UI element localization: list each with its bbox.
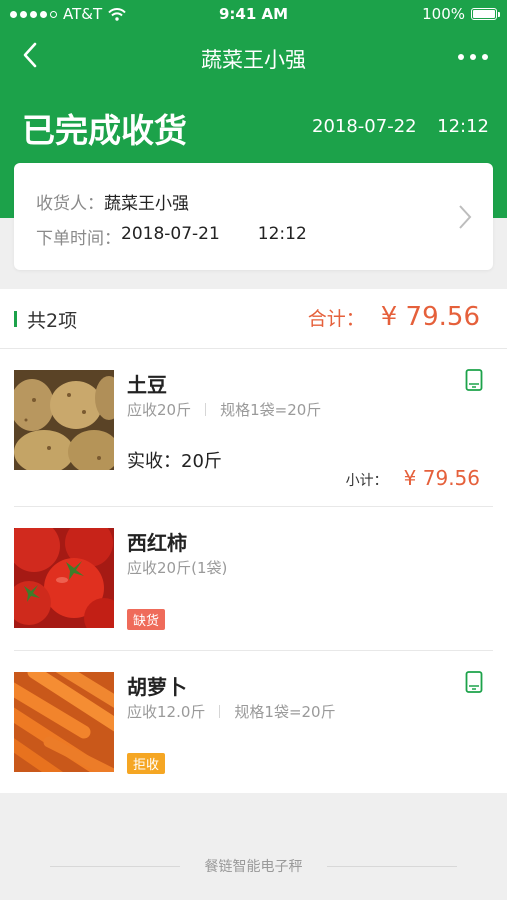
list-item[interactable]: 土豆 应收20斤 规格1袋=20斤 实收：20斤 小计： ¥ 79.56 bbox=[0, 349, 507, 507]
total-value: ¥ 79.56 bbox=[380, 302, 480, 332]
item-pack-spec: 规格1袋=20斤 bbox=[234, 703, 336, 721]
rejected-badge: 拒收 bbox=[127, 753, 166, 774]
receiver-info-card[interactable]: 收货人： 蔬菜王小强 下单时间： 2018-07-21 12:12 bbox=[14, 163, 493, 270]
section-marker bbox=[14, 311, 17, 327]
order-time-label: 下单时间： bbox=[36, 229, 121, 249]
phone-icon[interactable] bbox=[465, 369, 483, 391]
item-spec: 应收12.0斤 规格1袋=20斤 bbox=[127, 701, 336, 722]
receiver-label: 收货人： bbox=[36, 194, 104, 214]
item-count: 共2项 bbox=[27, 310, 78, 332]
more-icon[interactable] bbox=[453, 42, 493, 72]
item-due: 应收20斤 bbox=[127, 401, 192, 419]
item-pack-spec: 规格1袋=20斤 bbox=[220, 401, 322, 419]
footer: 餐链智能电子秤 bbox=[0, 856, 507, 876]
subtotal-value: ¥ 79.56 bbox=[403, 466, 480, 490]
order-date: 2018-07-21 bbox=[121, 224, 220, 244]
receiver-name: 蔬菜王小强 bbox=[104, 194, 189, 214]
item-list: 共2项 合计： ¥ 79.56 土豆 应收20斤 规格1袋=20斤 实收：20斤… bbox=[0, 289, 507, 793]
item-due: 应收20斤(1袋) bbox=[127, 559, 228, 577]
item-name: 西红柿 bbox=[127, 531, 187, 555]
item-name: 土豆 bbox=[127, 373, 167, 397]
item-name: 胡萝卜 bbox=[127, 675, 187, 699]
phone-icon[interactable] bbox=[465, 671, 483, 693]
list-item[interactable]: 胡萝卜 应收12.0斤 规格1袋=20斤 拒收 bbox=[0, 651, 507, 793]
item-due: 应收12.0斤 bbox=[127, 703, 206, 721]
nav-title: 蔬菜王小强 bbox=[201, 48, 306, 72]
battery-icon bbox=[471, 8, 500, 20]
out-of-stock-badge: 缺货 bbox=[127, 609, 166, 630]
item-spec: 应收20斤(1袋) bbox=[127, 557, 227, 578]
nav-bar: 蔬菜王小强 bbox=[0, 28, 507, 86]
completed-date: 2018-07-22 bbox=[312, 116, 417, 137]
battery-percent: 100% bbox=[422, 5, 465, 23]
status-bar: AT&T 9:41 AM 100% bbox=[0, 0, 507, 28]
item-actual: 实收：20斤 bbox=[127, 451, 222, 472]
receiver-row: 收货人： 蔬菜王小强 bbox=[36, 189, 189, 214]
tomato-image bbox=[14, 528, 114, 628]
item-subtotal: 小计： ¥ 79.56 bbox=[346, 466, 480, 490]
order-time: 12:12 bbox=[257, 224, 307, 244]
order-time-row: 下单时间： 2018-07-21 12:12 bbox=[36, 224, 307, 249]
list-item[interactable]: 西红柿 应收20斤(1袋) 缺货 bbox=[0, 507, 507, 651]
footer-brand: 餐链智能电子秤 bbox=[204, 859, 303, 875]
item-spec: 应收20斤 规格1袋=20斤 bbox=[127, 399, 321, 420]
chevron-right-icon bbox=[459, 205, 472, 229]
potato-image bbox=[14, 370, 114, 470]
subtotal-label: 小计： bbox=[345, 473, 388, 489]
summary-row: 共2项 合计： ¥ 79.56 bbox=[0, 289, 507, 349]
order-status-title: 已完成收货 bbox=[22, 111, 187, 150]
carrot-image bbox=[14, 672, 114, 772]
completed-time: 12:12 bbox=[437, 116, 489, 137]
total-label: 合计： bbox=[307, 308, 365, 330]
grand-total: 合计： ¥ 79.56 bbox=[308, 302, 480, 332]
